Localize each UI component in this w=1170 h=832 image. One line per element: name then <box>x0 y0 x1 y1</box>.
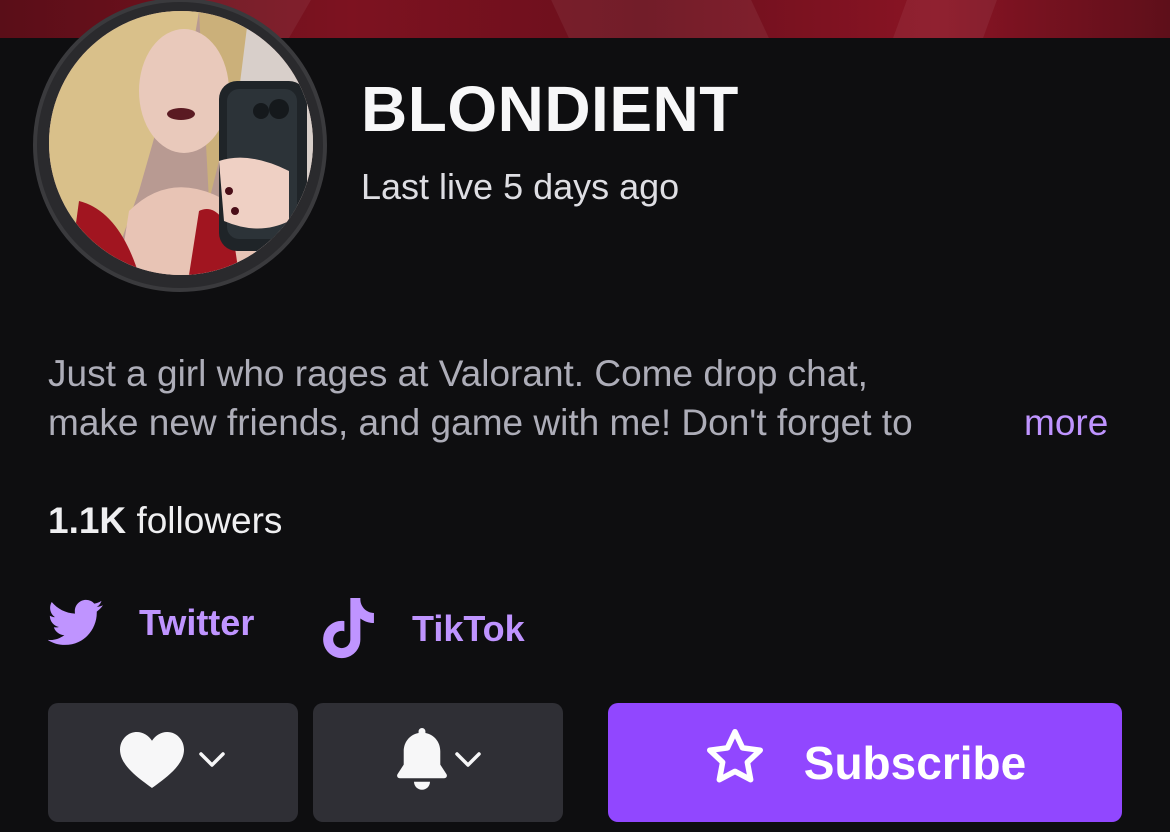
followers-number: 1.1K <box>48 500 127 541</box>
tiktok-link[interactable]: TikTok <box>318 598 525 660</box>
chevron-down-icon <box>198 751 226 774</box>
star-outline-icon <box>704 728 766 797</box>
bio-line-1: Just a girl who rages at Valorant. Come … <box>48 353 868 394</box>
follow-button[interactable] <box>48 703 298 822</box>
avatar-image <box>49 11 313 275</box>
twitter-label: Twitter <box>139 602 255 643</box>
bell-icon <box>394 728 450 797</box>
subscribe-label: Subscribe <box>803 736 1027 789</box>
followers-count: 1.1K followers <box>48 500 282 542</box>
subscribe-button[interactable]: Subscribe <box>608 703 1122 822</box>
heart-icon <box>120 732 184 793</box>
bio-line-2: make new friends, and game with me! Don'… <box>48 402 913 443</box>
avatar[interactable] <box>49 11 313 275</box>
channel-bio: Just a girl who rages at Valorant. Come … <box>48 349 1008 447</box>
followers-label: followers <box>136 500 283 541</box>
twitter-link[interactable]: Twitter <box>48 598 254 648</box>
bio-more-link[interactable]: more <box>1018 398 1109 447</box>
last-live-status: Last live 5 days ago <box>361 166 680 207</box>
chevron-down-icon <box>454 751 482 774</box>
channel-username: BLONDIENT <box>361 73 739 145</box>
channel-profile-page: BLONDIENT Last live 5 days ago Just a gi… <box>0 0 1170 832</box>
notifications-button[interactable] <box>313 703 563 822</box>
tiktok-label: TikTok <box>412 608 525 649</box>
tiktok-note-icon <box>318 598 376 660</box>
twitter-bird-icon <box>48 598 104 648</box>
